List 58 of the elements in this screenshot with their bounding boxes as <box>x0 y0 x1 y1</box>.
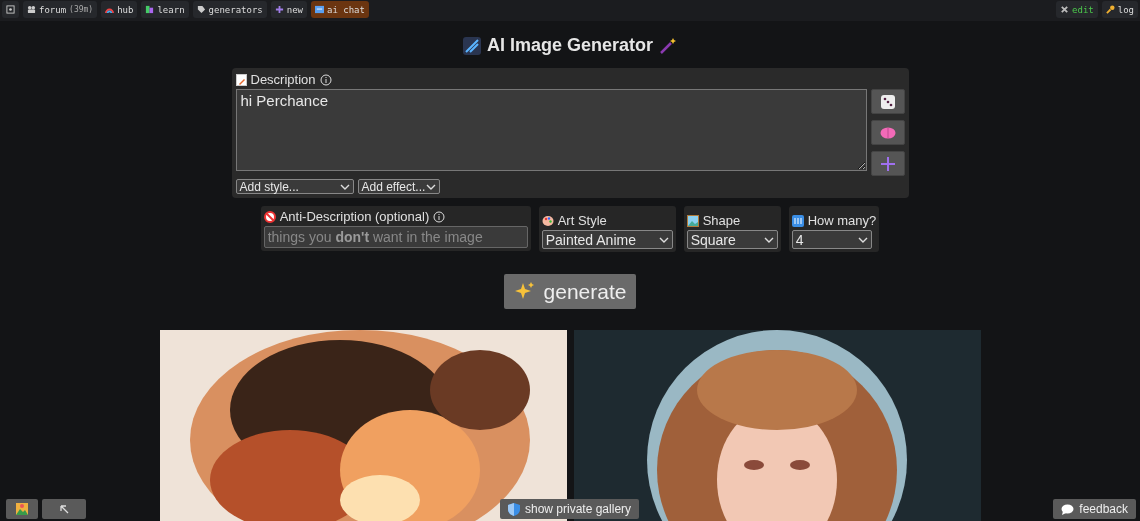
gallery-toggle-button[interactable] <box>6 499 38 519</box>
magic-wand-icon <box>659 36 678 55</box>
random-button[interactable] <box>870 89 905 114</box>
generate-button[interactable]: generate <box>503 274 637 309</box>
plus-icon <box>274 5 284 14</box>
plus-icon <box>879 155 896 172</box>
nav-link[interactable] <box>2 1 19 18</box>
numbers-icon <box>791 214 804 227</box>
anti-description-label: Anti-Description (optional) <box>279 209 430 224</box>
caret-icon <box>425 183 436 190</box>
dropdown[interactable]: Add effect... <box>357 179 440 194</box>
nav-note: (39m) <box>69 5 94 14</box>
books-icon <box>145 5 155 14</box>
description-field[interactable]: hi Perchance <box>235 89 867 171</box>
dice-icon <box>879 93 896 110</box>
dropdown[interactable]: Square <box>686 230 778 249</box>
chat-window-icon <box>315 5 324 14</box>
prohibited-icon <box>263 210 276 223</box>
landscape-icon <box>16 503 28 515</box>
info-icon <box>319 73 332 86</box>
key-icon <box>1105 5 1115 14</box>
page-title: AI Image Generator <box>486 35 654 56</box>
nav-link[interactable]: forum (39m) <box>23 1 98 18</box>
info-icon <box>433 210 446 223</box>
caret-icon <box>339 183 350 190</box>
brush-icon <box>462 36 481 55</box>
anti-description-field[interactable]: things you don't want in the image <box>263 226 528 248</box>
option-label: How many? <box>807 213 877 228</box>
people-icon <box>27 5 36 14</box>
document-icon <box>235 73 247 86</box>
brain-button[interactable] <box>870 120 905 145</box>
option-label: Shape <box>702 213 741 228</box>
caret-icon <box>658 236 669 243</box>
add-button[interactable] <box>870 151 905 176</box>
nav-link[interactable]: new <box>270 1 307 18</box>
nav-link[interactable]: hub <box>101 1 138 18</box>
caret-icon <box>763 236 774 243</box>
dropdown[interactable]: Add style... <box>235 179 354 194</box>
option-label: Art Style <box>557 213 607 228</box>
private-gallery-button[interactable]: show private gallery <box>500 499 640 519</box>
speech-bubble-icon <box>1061 503 1075 515</box>
nav-link[interactable]: generators <box>192 1 267 18</box>
description-label: Description <box>250 72 316 87</box>
palette-icon <box>541 214 554 227</box>
grid-icon <box>6 5 15 14</box>
scroll-top-button[interactable] <box>42 499 86 519</box>
caret-icon <box>857 236 868 243</box>
shield-icon <box>508 502 520 516</box>
edit-link[interactable]: edit <box>1056 1 1098 18</box>
feedback-button[interactable]: feedback <box>1053 499 1136 519</box>
dropdown[interactable]: Painted Anime <box>541 230 673 249</box>
dropdown[interactable]: 4 <box>791 230 872 249</box>
tag-icon <box>196 5 206 14</box>
nav-link[interactable]: learn <box>141 1 189 18</box>
landscape-icon <box>686 214 699 227</box>
nav-link[interactable]: ai chat <box>311 1 369 18</box>
arrow-icon <box>59 504 69 514</box>
login-link[interactable]: log <box>1101 1 1138 18</box>
